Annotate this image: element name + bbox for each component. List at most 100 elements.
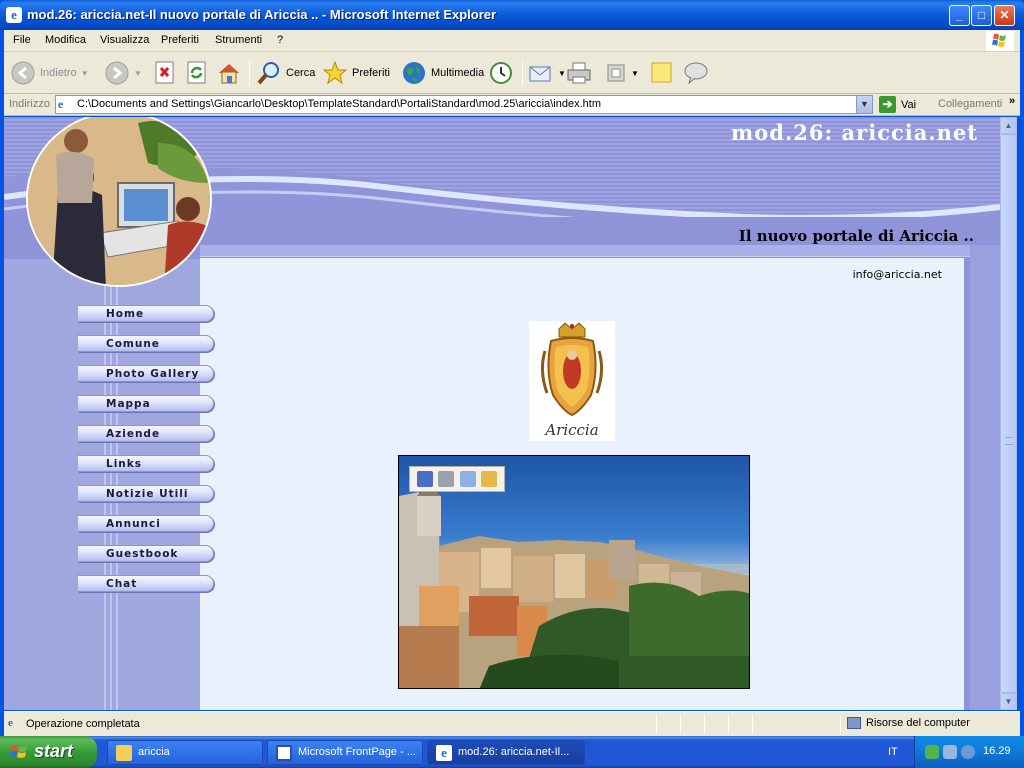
more-chevron-icon[interactable]: » [1009,95,1015,107]
menu-file[interactable]: File [13,34,31,46]
scroll-down-icon[interactable]: ▼ [1000,693,1017,710]
search-button[interactable]: Cerca [256,58,315,88]
go-label: Vai [901,98,917,111]
nav-notizie-utili[interactable]: Notizie Utili [78,485,214,502]
task-label: mod.26: ariccia.net-Il... [458,746,570,758]
nav-label: Mappa [106,398,151,410]
task-ariccia-folder[interactable]: ariccia [107,740,263,765]
menu-help[interactable]: ? [277,34,283,46]
nav-mappa[interactable]: Mappa [78,395,214,412]
home-button[interactable] [216,58,242,88]
messenger-icon [684,62,708,85]
language-indicator[interactable]: IT [888,746,898,758]
menu-strumenti[interactable]: Strumenti [215,34,262,46]
mail-dropdown-icon[interactable]: ▼ [558,69,566,78]
nav-comune[interactable]: Comune [78,335,214,352]
scroll-thumb[interactable] [1000,134,1017,693]
toolbar: Indietro ▼ ▼ Cerca Preferiti Multimedia [4,52,1020,94]
nav-home[interactable]: Home [78,305,214,322]
coat-of-arms-image [540,322,604,417]
clock: 16.29 [983,745,1011,757]
nav-guestbook[interactable]: Guestbook [78,545,214,562]
edit-icon [607,64,625,82]
nav-label: Home [106,308,145,320]
mail-image-icon[interactable] [459,471,476,487]
address-dropdown-icon[interactable]: ▼ [856,96,872,113]
vertical-scrollbar[interactable]: ▲ ▼ [1000,117,1017,710]
back-button[interactable]: Indietro ▼ [10,58,89,88]
media-button[interactable]: Multimedia [401,58,484,88]
home-icon [219,64,239,84]
tray-icon-1[interactable] [925,745,939,759]
close-button[interactable]: ✕ [994,5,1015,26]
save-image-icon[interactable] [416,471,433,487]
globe-tray-icon[interactable] [961,745,975,759]
task-label: ariccia [138,746,170,758]
mail-icon [529,66,551,82]
back-dropdown-icon[interactable]: ▼ [81,69,89,78]
history-button[interactable] [488,58,514,88]
status-bar: e Operazione completata Risorse del comp… [4,711,1020,736]
window-title: mod.26: ariccia.net-Il nuovo portale di … [27,7,497,22]
media-label: Multimedia [431,67,485,79]
forward-dropdown-icon[interactable]: ▼ [134,69,142,78]
start-button[interactable]: start [0,736,97,768]
image-toolbar [409,466,505,492]
nav-chat[interactable]: Chat [78,575,214,592]
favorites-button[interactable]: Preferiti [322,58,390,88]
menu-visualizza[interactable]: Visualizza [100,34,149,46]
status-text: Operazione completata [26,718,140,730]
search-label: Cerca [286,67,316,79]
scroll-up-icon[interactable]: ▲ [1000,117,1017,134]
stop-button[interactable] [154,58,176,88]
maximize-button[interactable]: □ [971,5,992,26]
search-icon [257,62,279,85]
computer-icon [847,717,861,729]
menu-preferiti[interactable]: Preferiti [161,34,199,46]
links-toolbar[interactable]: Collegamenti [938,98,1002,110]
nav-links[interactable]: Links [78,455,214,472]
discuss-button[interactable] [649,58,675,88]
menu-modifica[interactable]: Modifica [45,34,86,46]
contact-email-link[interactable]: info@ariccia.net [853,268,942,281]
printer-icon [567,62,591,84]
go-button[interactable]: ➔ Vai [879,96,916,113]
crest-caption: Ariccia [545,421,599,439]
print-button[interactable] [566,58,592,88]
address-input[interactable]: e C:\Documents and Settings\Giancarlo\De… [55,95,873,114]
forward-arrow-icon [105,61,129,85]
nav-annunci[interactable]: Annunci [78,515,214,532]
network-icon[interactable] [943,745,957,759]
go-arrow-icon: ➔ [879,96,896,113]
taskbar: start ariccia Microsoft FrontPage - ... … [0,736,1024,768]
edit-button[interactable]: ▼ [605,58,639,88]
ariccia-crest-logo: Ariccia [529,321,615,441]
zone-label: Risorse del computer [866,717,970,729]
edit-dropdown-icon[interactable]: ▼ [631,69,639,78]
nav-label: Chat [106,578,138,590]
nav-label: Notizie Utili [106,488,189,500]
security-zone: Risorse del computer [847,717,970,729]
stop-icon [155,61,174,84]
forward-button[interactable]: ▼ [104,58,142,88]
folder-icon [116,745,132,761]
address-url[interactable]: C:\Documents and Settings\Giancarlo\Desk… [77,98,601,110]
nav-label: Photo Gallery [106,368,200,380]
site-title: mod.26: ariccia.net [731,120,978,145]
task-label: Microsoft FrontPage - ... [298,746,416,758]
address-label: Indirizzo [9,98,50,110]
task-internet-explorer[interactable]: e mod.26: ariccia.net-Il... [427,740,585,765]
open-folder-icon[interactable] [481,471,498,487]
print-image-icon[interactable] [438,471,455,487]
messenger-button[interactable] [682,58,710,88]
page-done-icon: e [8,717,13,729]
task-frontpage[interactable]: Microsoft FrontPage - ... [267,740,423,765]
nav-photo-gallery[interactable]: Photo Gallery [78,365,214,382]
nav-aziende[interactable]: Aziende [78,425,214,442]
content-frame: info@ariccia.net Ariccia [200,245,970,710]
mail-button[interactable]: ▼ [528,58,566,88]
minimize-button[interactable]: _ [949,5,970,26]
refresh-button[interactable] [186,58,208,88]
menu-bar: File Modifica Visualizza Preferiti Strum… [4,30,1020,52]
header-people-photo [26,117,212,287]
